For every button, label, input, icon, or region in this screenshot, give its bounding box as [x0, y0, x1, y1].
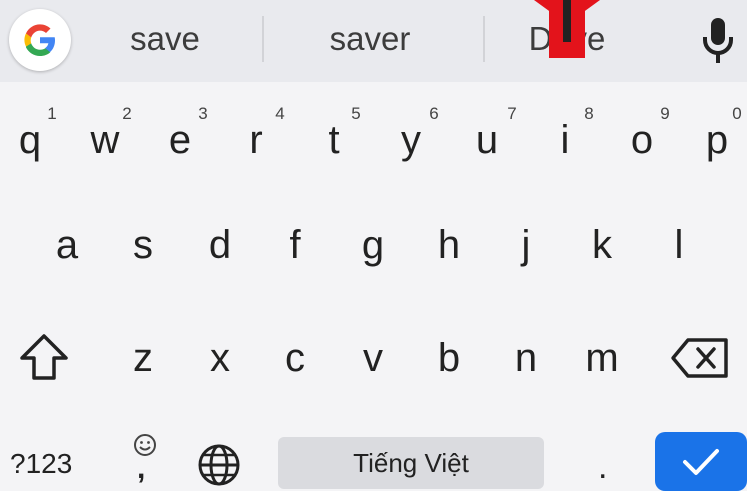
key-l[interactable]: l — [654, 215, 704, 275]
key-label: q — [18, 118, 42, 162]
key-v[interactable]: v — [348, 328, 398, 388]
suggestion-2[interactable]: saver — [300, 14, 440, 64]
key-k[interactable]: k — [577, 215, 627, 275]
key-j[interactable]: j — [501, 215, 551, 275]
key-b[interactable]: b — [424, 328, 474, 388]
suggestion-divider — [483, 16, 485, 62]
key-g[interactable]: g — [348, 215, 398, 275]
key-h[interactable]: h — [424, 215, 474, 275]
microphone-icon[interactable] — [698, 16, 738, 66]
key-s[interactable]: s — [118, 215, 168, 275]
symbols-key[interactable]: ?123 — [10, 448, 72, 480]
key-c[interactable]: c — [270, 328, 320, 388]
key-f[interactable]: f — [270, 215, 320, 275]
space-bar[interactable]: Tiếng Việt — [278, 437, 544, 489]
key-d[interactable]: d — [195, 215, 245, 275]
google-button[interactable] — [9, 9, 71, 71]
key-hint: 0 — [732, 104, 742, 123]
key-label: e — [168, 118, 192, 162]
period-key[interactable]: . — [598, 448, 607, 487]
key-hint: 6 — [429, 104, 439, 123]
checkmark-icon — [683, 449, 719, 475]
key-a[interactable]: a — [42, 215, 92, 275]
key-label: i — [560, 118, 570, 162]
comma-key[interactable]: , — [137, 452, 145, 486]
suggestion-1[interactable]: save — [110, 14, 220, 64]
shift-arrow-icon[interactable] — [18, 332, 70, 382]
key-label: t — [328, 118, 340, 162]
key-hint: 7 — [507, 104, 517, 123]
key-n[interactable]: n — [501, 328, 551, 388]
key-hint: 3 — [198, 104, 208, 123]
key-label: p — [705, 118, 729, 162]
red-arrow-marker-icon — [534, 0, 600, 58]
key-label: o — [630, 118, 654, 162]
key-label: w — [90, 118, 120, 162]
key-z[interactable]: z — [118, 328, 168, 388]
key-x[interactable]: x — [195, 328, 245, 388]
key-hint: 1 — [47, 104, 57, 123]
suggestion-divider — [262, 16, 264, 62]
key-hint: 9 — [660, 104, 670, 123]
key-hint: 8 — [584, 104, 594, 123]
google-g-icon — [24, 24, 55, 56]
enter-button[interactable] — [655, 432, 747, 491]
suggestion-bar: save saver Dve — [0, 0, 747, 82]
backspace-icon[interactable] — [670, 336, 730, 380]
key-hint: 2 — [122, 104, 132, 123]
key-label: y — [401, 118, 421, 162]
key-label: r — [249, 118, 263, 162]
key-m[interactable]: m — [577, 328, 627, 388]
key-hint: 5 — [351, 104, 361, 123]
key-label: u — [475, 118, 499, 162]
globe-icon[interactable] — [196, 442, 242, 488]
key-hint: 4 — [275, 104, 285, 123]
